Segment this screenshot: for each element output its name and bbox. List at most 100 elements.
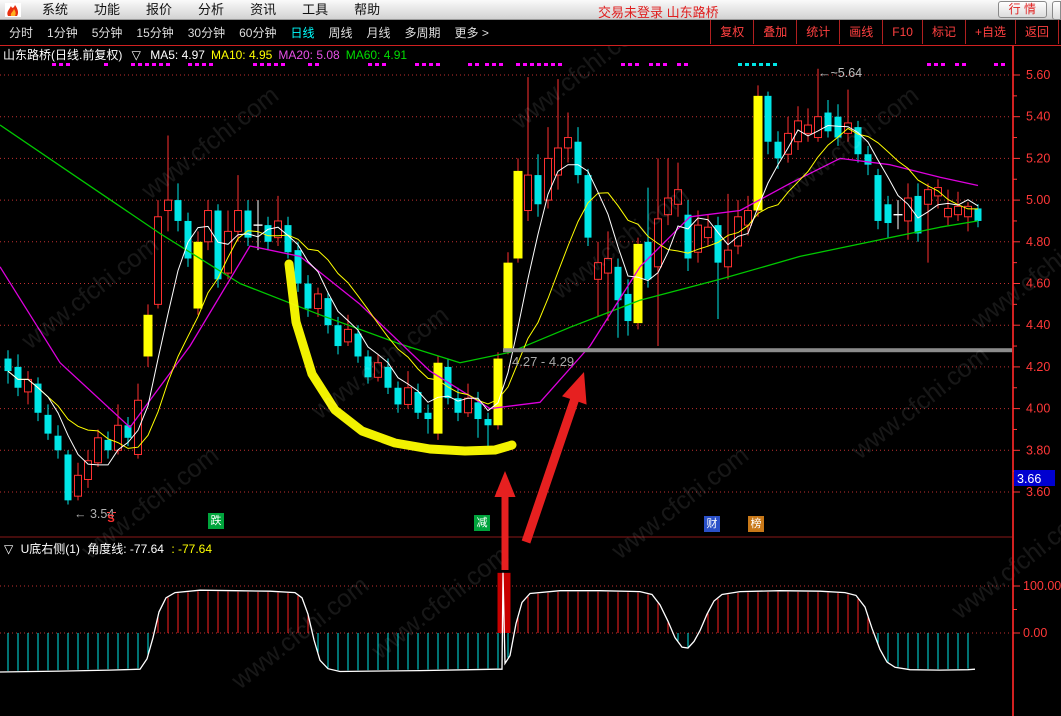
hint-badge-跌: 跌 [208, 513, 224, 529]
marker-dot [537, 63, 541, 66]
candle-down [864, 154, 872, 165]
marker-dot [485, 63, 489, 66]
menu-item-资讯[interactable]: 资讯 [237, 1, 289, 19]
period-分时[interactable]: 分时 [2, 21, 40, 45]
sub-indicator-name: U底右侧(1) [20, 542, 80, 556]
watermark: www.cfchi.com [846, 341, 994, 465]
tool-+自选[interactable]: +自选 [964, 20, 1015, 44]
candle-down [334, 325, 342, 347]
marker-dot [436, 63, 440, 66]
candle-down [54, 435, 62, 451]
marker-dot [530, 63, 534, 66]
candle-down [284, 225, 292, 253]
marker-dot [649, 63, 653, 66]
candle-down [614, 266, 622, 301]
candle-down [884, 204, 892, 224]
watermark: www.cfchi.com [946, 501, 1061, 625]
hint-badge-减: 减 [474, 515, 490, 531]
period-更多 >[interactable]: 更多 > [448, 21, 496, 45]
marker-dot [260, 63, 264, 66]
ma-legend: MA5: 4.97 MA10: 4.95 MA20: 5.08 MA60: 4.91 [150, 48, 413, 62]
candle-down [64, 454, 72, 501]
edge-button[interactable] [1052, 1, 1061, 20]
tool-画线[interactable]: 画线 [839, 20, 882, 44]
period-日线[interactable]: 日线 [283, 21, 321, 45]
sub-indicator-value-2: : -77.64 [171, 542, 213, 556]
marker-dot [934, 63, 938, 66]
tool-标记[interactable]: 标记 [921, 20, 965, 44]
marker-dot [677, 63, 681, 66]
menu-item-系统[interactable]: 系统 [29, 1, 81, 19]
high-annotation: ←~5.64 [818, 66, 862, 80]
chart-header: 山东路桥(日线.前复权) ▽ MA5: 4.97 MA10: 4.95 MA20: … [3, 46, 419, 62]
marker-dot-cyan [745, 63, 749, 66]
marker-dot [656, 63, 660, 66]
marker-dot [415, 63, 419, 66]
tool-叠加[interactable]: 叠加 [753, 20, 796, 44]
candle-down [764, 95, 772, 142]
marker-dot [927, 63, 931, 66]
sub-collapse-toggle-icon[interactable]: ▽ [4, 542, 13, 556]
period-60分钟[interactable]: 60分钟 [232, 21, 283, 45]
tool-返回[interactable]: 返回 [1014, 20, 1059, 44]
period-多周期[interactable]: 多周期 [398, 21, 448, 45]
menu-item-帮助[interactable]: 帮助 [341, 1, 393, 19]
hint-badge-财: 财 [704, 516, 720, 532]
candle-up [234, 210, 242, 232]
menu-item-工具[interactable]: 工具 [289, 1, 341, 19]
marker-dot [104, 63, 108, 66]
tool-统计[interactable]: 统计 [796, 20, 839, 44]
marker-dot [59, 63, 63, 66]
quote-button[interactable]: 行 情 [997, 1, 1047, 18]
marker-dot [281, 63, 285, 66]
menu-item-功能[interactable]: 功能 [81, 1, 133, 19]
candle-down [824, 112, 832, 132]
sell-marker-letter: S [107, 513, 115, 525]
marker-dot [558, 63, 562, 66]
marker-dot-cyan [759, 63, 763, 66]
marker-dot [628, 63, 632, 66]
candle-down [394, 387, 402, 405]
menu-item-分析[interactable]: 分析 [185, 1, 237, 19]
marker-dot-cyan [738, 63, 742, 66]
menu-item-报价[interactable]: 报价 [133, 1, 185, 19]
candle-up [944, 207, 952, 218]
marker-dot [621, 63, 625, 66]
candle-down [474, 402, 482, 420]
candle-down [264, 225, 272, 242]
sub-level-0: 0.00 [1023, 626, 1047, 640]
marker-dot [152, 63, 156, 66]
app-logo-flame-icon [5, 2, 21, 17]
collapse-toggle-icon[interactable]: ▽ [132, 48, 141, 62]
price-label-4.40: 4.40 [1026, 318, 1050, 332]
price-label-5.40: 5.40 [1026, 110, 1050, 124]
period-周线[interactable]: 周线 [321, 21, 359, 45]
ma-legend-2: MA20: 5.08 [278, 48, 340, 62]
candle-down [414, 391, 422, 413]
tool-复权[interactable]: 复权 [710, 20, 753, 44]
candle-down [354, 333, 362, 357]
watermark: www.cfchi.com [136, 81, 284, 205]
marker-dot [941, 63, 945, 66]
watermark: www.cfchi.com [16, 231, 164, 355]
candle-down [304, 283, 312, 309]
period-30分钟[interactable]: 30分钟 [181, 21, 232, 45]
period-toolbar: 分时 1分钟 5分钟 15分钟 30分钟 60分钟 日线 周线 月线 多周期 更多 > 复权 叠加 统计… [0, 20, 1061, 46]
tool-F10[interactable]: F10 [882, 20, 922, 44]
candle-up [164, 199, 172, 212]
hint-badge-榜: 榜 [748, 516, 764, 532]
period-1分钟[interactable]: 1分钟 [40, 21, 85, 45]
candle-down [874, 175, 882, 221]
marker-dot [308, 63, 312, 66]
sell-signal-marker: S [104, 512, 118, 525]
chart-canvas[interactable]: 4.27 - 4.29 www.cfchi.com www.cfchi.com www… [0, 46, 1061, 716]
price-label-4.80: 4.80 [1026, 235, 1050, 249]
range-line [503, 348, 1013, 353]
period-15分钟[interactable]: 15分钟 [129, 21, 180, 45]
period-月线[interactable]: 月线 [360, 21, 398, 45]
price-label-4.60: 4.60 [1026, 277, 1050, 291]
candle-marked [503, 262, 513, 351]
candle-up [724, 249, 732, 268]
period-5分钟[interactable]: 5分钟 [85, 21, 130, 45]
candle-down [484, 419, 492, 426]
